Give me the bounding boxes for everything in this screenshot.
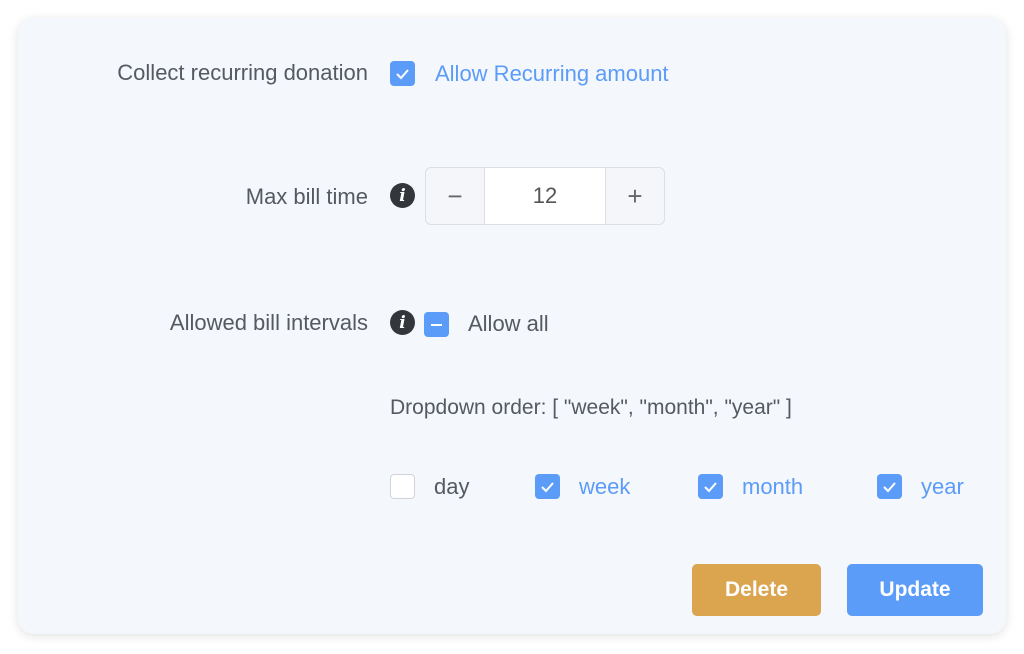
week-checkbox[interactable] (535, 474, 560, 499)
check-icon (883, 481, 896, 492)
max-bill-time-label: Max bill time (245, 184, 368, 209)
check-icon (541, 481, 554, 492)
check-icon (396, 68, 409, 79)
decrement-button[interactable]: − (426, 168, 484, 224)
minus-icon (431, 323, 442, 326)
increment-button[interactable]: + (606, 168, 664, 224)
month-label[interactable]: month (742, 474, 803, 500)
allow-all-label[interactable]: Allow all (468, 311, 549, 337)
allow-recurring-checkbox[interactable] (390, 61, 415, 86)
year-checkbox[interactable] (877, 474, 902, 499)
year-label[interactable]: year (921, 474, 964, 500)
info-icon[interactable]: i (390, 310, 415, 335)
month-checkbox[interactable] (698, 474, 723, 499)
allow-recurring-label[interactable]: Allow Recurring amount (435, 61, 669, 87)
dropdown-order-text: Dropdown order: [ "week", "month", "year… (390, 396, 792, 419)
delete-button[interactable]: Delete (692, 564, 821, 616)
intervals-label: Allowed bill intervals (169, 310, 368, 335)
recurring-settings-card: Collect recurring donation Allow Recurri… (18, 18, 1006, 634)
recurring-label: Collect recurring donation (117, 60, 368, 85)
week-label[interactable]: week (579, 474, 630, 500)
max-bill-time-stepper: − + (425, 167, 665, 225)
max-bill-time-input[interactable] (484, 168, 606, 224)
info-icon[interactable]: i (390, 183, 415, 208)
update-button[interactable]: Update (847, 564, 983, 616)
allow-all-checkbox[interactable] (424, 312, 449, 337)
check-icon (704, 481, 717, 492)
day-checkbox[interactable] (390, 474, 415, 499)
day-label[interactable]: day (434, 474, 469, 500)
